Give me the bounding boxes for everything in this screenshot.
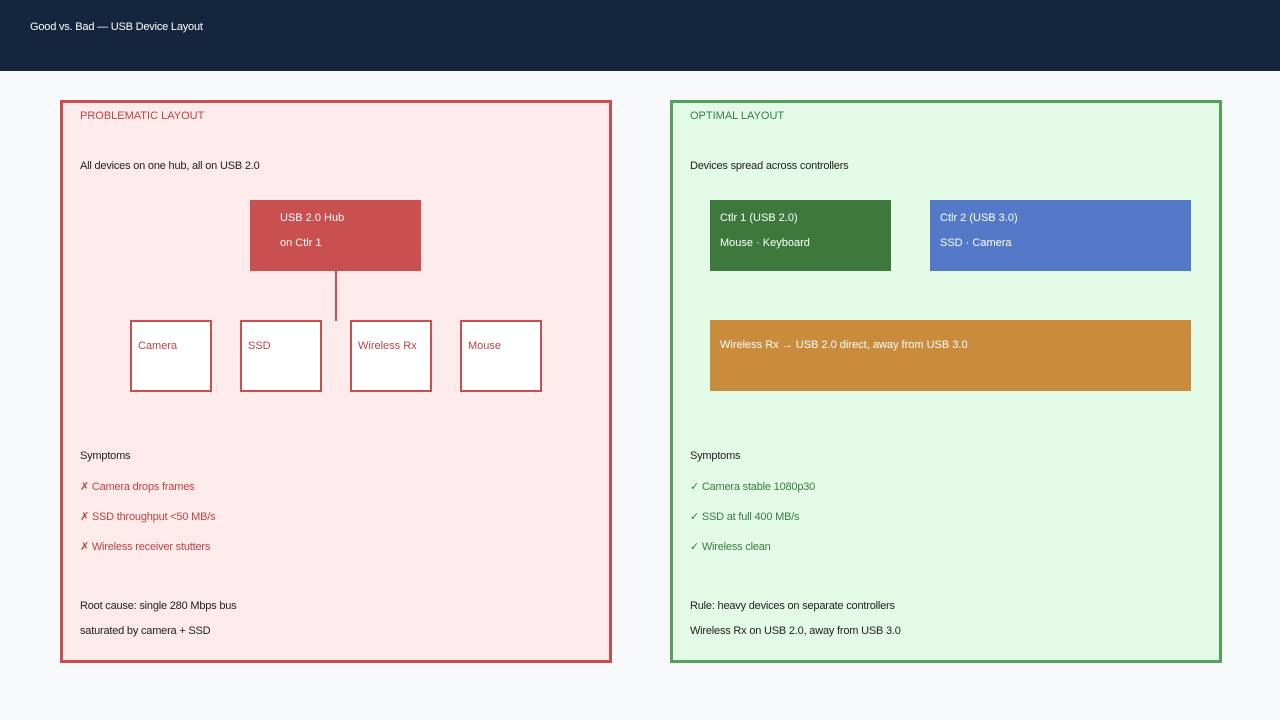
wireless-rx-label: Wireless Rx → USB 2.0 direct, away from … (720, 339, 968, 351)
controller2-box: Ctlr 2 (USB 3.0) SSD · Camera (930, 200, 1191, 271)
device-label: Wireless Rx (358, 340, 417, 352)
device-label: Camera (138, 340, 178, 352)
page-title: Good vs. Bad — USB Device Layout (30, 21, 203, 33)
device-wireless-rx-box: Wireless Rx (350, 320, 432, 392)
symptom-item: ✗ Camera drops frames (80, 481, 195, 493)
controller1-box: Ctlr 1 (USB 2.0) Mouse · Keyboard (710, 200, 891, 271)
controller2-title: Ctlr 2 (USB 3.0) (940, 212, 1018, 224)
header-bar: Good vs. Bad — USB Device Layout (0, 0, 1280, 71)
symptom-item: ✓ Wireless clean (690, 541, 771, 553)
symptom-item: ✓ SSD at full 400 MB/s (690, 511, 800, 523)
device-ssd-box: SSD (240, 320, 322, 392)
symptom-item: ✓ Camera stable 1080p30 (690, 481, 816, 493)
hub-connector-line (335, 271, 337, 321)
device-label: SSD (248, 340, 271, 352)
controller2-devices: SSD · Camera (940, 237, 1012, 249)
problematic-subtitle: All devices on one hub, all on USB 2.0 (80, 160, 260, 172)
usb2-hub-box: USB 2.0 Hub on Ctlr 1 (250, 200, 421, 271)
hub-controller-label: on Ctlr 1 (280, 237, 322, 249)
root-cause-note: Root cause: single 280 Mbps bus (80, 600, 237, 612)
problematic-layout-panel: PROBLEMATIC LAYOUT All devices on one hu… (60, 100, 612, 663)
optimal-subtitle: Devices spread across controllers (690, 160, 849, 172)
controller1-title: Ctlr 1 (USB 2.0) (720, 212, 798, 224)
symptom-item: ✗ Wireless receiver stutters (80, 541, 211, 553)
rule-note: Rule: heavy devices on separate controll… (690, 600, 895, 612)
rule-note-line2: Wireless Rx on USB 2.0, away from USB 3.… (690, 625, 901, 637)
root-cause-note-line2: saturated by camera + SSD (80, 625, 211, 637)
wireless-rx-box: Wireless Rx → USB 2.0 direct, away from … (710, 320, 1191, 391)
optimal-heading: OPTIMAL LAYOUT (690, 110, 785, 122)
device-label: Mouse (468, 340, 502, 352)
optimal-layout-panel: OPTIMAL LAYOUT Devices spread across con… (670, 100, 1222, 663)
problematic-heading: PROBLEMATIC LAYOUT (80, 110, 205, 122)
hub-label: USB 2.0 Hub (280, 212, 345, 224)
controller1-devices: Mouse · Keyboard (720, 237, 810, 249)
device-camera-box: Camera (130, 320, 212, 392)
device-mouse-box: Mouse (460, 320, 542, 392)
symptoms-title: Symptoms (690, 450, 741, 462)
symptom-item: ✗ SSD throughput <50 MB/s (80, 511, 216, 523)
symptoms-title: Symptoms (80, 450, 131, 462)
